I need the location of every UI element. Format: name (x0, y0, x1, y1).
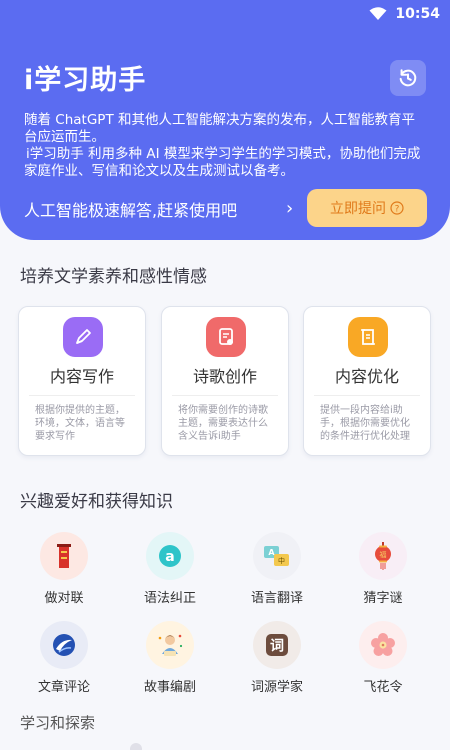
next-item-peek (130, 743, 142, 750)
translate-icon: A 中 (253, 532, 301, 580)
history-icon (399, 69, 417, 87)
grid-item-couplet[interactable]: 做对联 (18, 532, 110, 612)
question-icon: ? (390, 201, 404, 215)
grammar-icon: a (146, 532, 194, 580)
card-desc: 根据你提供的主题，环境，文体，语言等要求写作 (35, 405, 125, 442)
grid-item-etymologist[interactable]: 词 词源学家 (231, 621, 323, 701)
grid-label: 语言翻译 (250, 591, 303, 606)
card-title: 内容优化 (334, 367, 399, 386)
grid-item-translate[interactable]: A 中 语言翻译 (231, 532, 323, 612)
card-title: 内容写作 (49, 367, 114, 386)
card-desc: 将你需要创作的诗歌主题，需要表达什么含义告诉i助手 (178, 405, 268, 442)
grid-label: 做对联 (44, 591, 84, 606)
card-content-optimize[interactable]: 内容优化 提供一段内容给i助手，根据你需要优化的条件进行优化处理 (303, 306, 431, 456)
ask-now-button[interactable]: 立即提问 ? (307, 189, 427, 227)
intro-paragraph-1: 随着 ChatGPT 和其他人工智能解决方案的发布，人工智能教育平台应运而生。 (24, 112, 415, 145)
chevron-right-icon[interactable]: › (286, 198, 293, 219)
grid-item-riddle[interactable]: 福 猜字谜 (337, 532, 429, 612)
divider (172, 395, 278, 396)
section-title-hobbies: 兴趣爱好和获得知识 (20, 492, 173, 512)
grid-label: 飞花令 (363, 680, 403, 695)
intro-paragraph-2: i学习助手 利用多种 AI 模型来学习学生的学习模式，协助他们完成家庭作业、写信… (24, 146, 421, 179)
grid-label: 文章评论 (37, 680, 90, 695)
section-title-literature: 培养文学素养和感性情感 (20, 267, 207, 287)
word-icon: 词 (253, 621, 301, 669)
section-title-study: 学习和探索 (20, 714, 96, 732)
svg-text:福: 福 (380, 550, 387, 559)
card-poem-creation[interactable]: 诗歌创作 将你需要创作的诗歌主题，需要表达什么含义告诉i助手 (161, 306, 289, 456)
grid-label: 词源学家 (250, 680, 303, 695)
flower-icon (359, 621, 407, 669)
grid-item-flying-flower[interactable]: 飞花令 (337, 621, 429, 701)
scroll-icon (348, 317, 388, 357)
grid-item-story-writer[interactable]: 故事编剧 (124, 621, 216, 701)
grid-item-article-comment[interactable]: 文章评论 (18, 621, 110, 701)
intro-text: 随着 ChatGPT 和其他人工智能解决方案的发布，人工智能教育平台应运而生。 … (24, 112, 428, 180)
status-time: 10:54 (395, 6, 440, 22)
slogan-text: 人工智能极速解答,赶紧使用吧 (24, 201, 238, 220)
ask-now-label: 立即提问 (330, 201, 386, 217)
pen-icon (63, 317, 103, 357)
wifi-icon (369, 7, 387, 20)
comment-icon (40, 621, 88, 669)
lantern-icon: 福 (359, 532, 407, 580)
card-desc: 提供一段内容给i助手，根据你需要优化的条件进行优化处理 (320, 405, 410, 442)
app-title: i学习助手 (24, 65, 147, 96)
grid-label: 语法纠正 (143, 591, 196, 606)
card-content-writing[interactable]: 内容写作 根据你提供的主题，环境，文体，语言等要求写作 (18, 306, 146, 456)
svg-text:?: ? (395, 205, 400, 215)
header-banner: 10:54 i学习助手 随着 ChatGPT 和其他人工智能解决方案的发布，人工… (0, 0, 450, 240)
poem-doc-icon (206, 317, 246, 357)
grid-item-grammar[interactable]: a 语法纠正 (124, 532, 216, 612)
couplet-icon (40, 532, 88, 580)
svg-text:词: 词 (270, 639, 284, 655)
history-button[interactable] (390, 60, 426, 96)
grid-label: 故事编剧 (143, 680, 196, 695)
divider (314, 395, 420, 396)
story-icon (146, 621, 194, 669)
divider (29, 395, 135, 396)
status-bar: 10:54 (369, 4, 440, 24)
svg-text:中: 中 (278, 556, 285, 565)
svg-text:a: a (165, 549, 174, 565)
grid-label: 猜字谜 (363, 591, 403, 606)
card-title: 诗歌创作 (192, 367, 257, 386)
